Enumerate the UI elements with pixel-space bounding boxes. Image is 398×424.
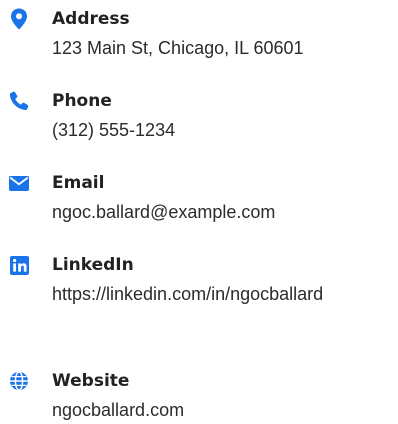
phone-label: Phone bbox=[52, 91, 112, 111]
phone-icon bbox=[8, 90, 30, 112]
linkedin-icon bbox=[8, 254, 30, 276]
address-label: Address bbox=[52, 9, 130, 29]
website-link[interactable]: ngocballard.com bbox=[52, 396, 384, 424]
linkedin-label: LinkedIn bbox=[52, 255, 134, 275]
location-pin-icon bbox=[8, 8, 30, 30]
linkedin-link[interactable]: https://linkedin.com/in/ngocballard bbox=[52, 280, 384, 308]
email-label: Email bbox=[52, 173, 105, 193]
contact-info-list: Address 123 Main St, Chicago, IL 60601 P… bbox=[0, 0, 398, 421]
website-label: Website bbox=[52, 371, 130, 391]
globe-icon bbox=[8, 370, 30, 392]
envelope-icon bbox=[8, 172, 30, 194]
address-value: 123 Main St, Chicago, IL 60601 bbox=[52, 38, 304, 58]
phone-link[interactable]: (312) 555-1234 bbox=[52, 116, 384, 144]
email-link[interactable]: ngoc.ballard@example.com bbox=[52, 198, 384, 226]
